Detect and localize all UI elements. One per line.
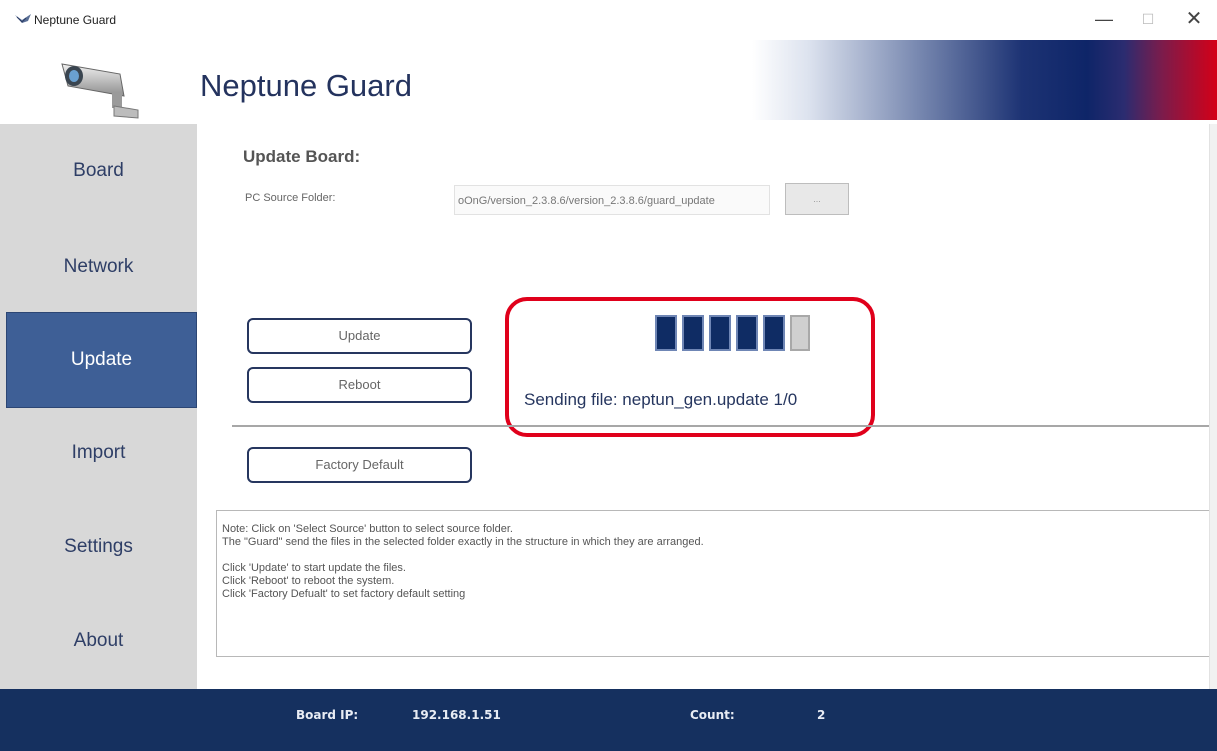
header-banner xyxy=(752,40,1217,120)
board-ip-label: Board IP: xyxy=(296,708,359,722)
status-footer: Board IP: 192.168.1.51 Count: 2 xyxy=(0,689,1217,751)
progress-block-filled xyxy=(655,315,677,351)
divider xyxy=(232,425,1217,427)
count-label: Count: xyxy=(690,708,735,722)
app-title: Neptune Guard xyxy=(200,68,412,103)
factory-default-button[interactable]: Factory Default xyxy=(247,447,472,483)
note-line: Note: Click on 'Select Source' button to… xyxy=(222,523,513,535)
note-line: Click 'Update' to start update the files… xyxy=(222,562,406,574)
window-title: Neptune Guard xyxy=(34,13,117,27)
browse-button[interactable]: ... xyxy=(785,183,849,215)
note-line: Click 'Factory Defualt' to set factory d… xyxy=(222,588,466,600)
minimize-button[interactable]: — xyxy=(1090,6,1118,32)
progress-block-empty xyxy=(790,315,810,351)
scrollbar[interactable] xyxy=(1209,124,1217,689)
note-line: The "Guard" send the files in the select… xyxy=(222,536,704,548)
section-title: Update Board: xyxy=(243,147,361,166)
window-titlebar: Neptune Guard — ☐ ✕ xyxy=(0,0,1217,40)
source-folder-field[interactable]: oOnG/version_2.3.8.6/version_2.3.8.6/gua… xyxy=(454,185,770,215)
progress-block-filled xyxy=(709,315,731,351)
source-folder-label: PC Source Folder: xyxy=(245,192,336,204)
sidebar-item-board[interactable]: Board xyxy=(0,124,197,218)
progress-block-filled xyxy=(763,315,785,351)
app-header: Neptune Guard xyxy=(0,40,1217,124)
sidebar-item-import[interactable]: Import xyxy=(0,406,197,500)
sidebar-item-settings[interactable]: Settings xyxy=(0,500,197,594)
notes-panel: Note: Click on 'Select Source' button to… xyxy=(216,510,1217,657)
sidebar-item-about[interactable]: About xyxy=(0,594,197,688)
count-value: 2 xyxy=(817,708,826,722)
progress-block-filled xyxy=(736,315,758,351)
progress-status-text: Sending file: neptun_gen.update 1/0 xyxy=(524,390,798,409)
sidebar: Board Network Update Import Settings Abo… xyxy=(0,124,197,689)
security-camera-icon xyxy=(61,63,139,119)
sidebar-item-update[interactable]: Update xyxy=(6,312,197,408)
app-logo-icon xyxy=(15,14,31,23)
note-line: Click 'Reboot' to reboot the system. xyxy=(222,575,395,587)
update-button[interactable]: Update xyxy=(247,318,472,354)
board-ip-value: 192.168.1.51 xyxy=(412,708,501,722)
sidebar-item-network[interactable]: Network xyxy=(0,220,197,314)
progress-indicator xyxy=(655,315,810,351)
reboot-button[interactable]: Reboot xyxy=(247,367,472,403)
progress-block-filled xyxy=(682,315,704,351)
close-button[interactable]: ✕ xyxy=(1180,6,1208,32)
maximize-button[interactable]: ☐ xyxy=(1134,6,1162,32)
